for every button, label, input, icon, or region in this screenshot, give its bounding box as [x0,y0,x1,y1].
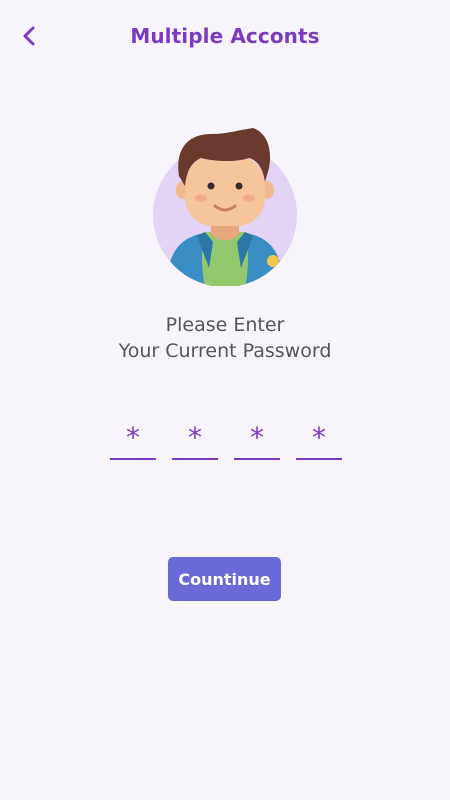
app-header: Multiple Acconts [0,0,450,76]
password-prompt: Please Enter Your Current Password [0,312,450,364]
user-avatar-illustration [153,128,297,286]
pin-digit-4[interactable]: * [296,418,342,460]
continue-button[interactable]: Countinue [168,557,281,601]
pin-input-row: * * * * [110,418,342,460]
pin-digit-2[interactable]: * [172,418,218,460]
page-title: Multiple Acconts [130,24,320,48]
pin-digit-3[interactable]: * [234,418,280,460]
pin-digit-1[interactable]: * [110,418,156,460]
prompt-line-2: Your Current Password [118,340,332,362]
prompt-line-1: Please Enter [165,314,285,336]
